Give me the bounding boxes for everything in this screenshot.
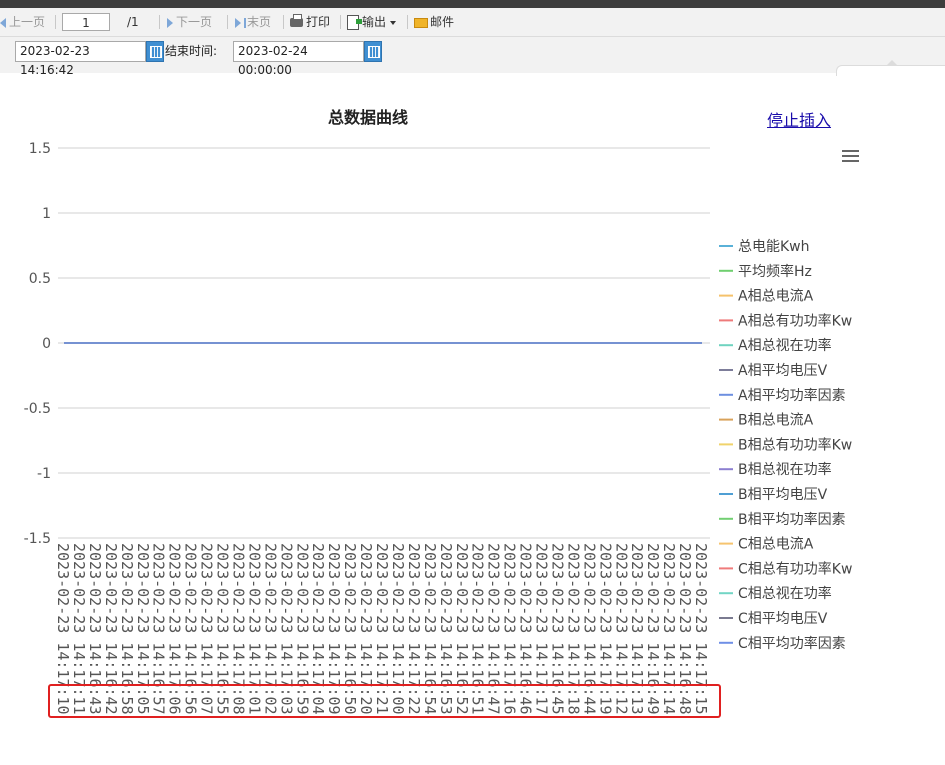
y-tick-label: -1: [37, 466, 51, 482]
legend-item[interactable]: C相平均功率因素: [719, 635, 846, 652]
legend-item[interactable]: B相平均电压V: [719, 487, 828, 503]
legend-item[interactable]: B相总视在功率: [719, 461, 832, 478]
legend-label: B相总有功功率Kw: [738, 436, 852, 453]
legend-item[interactable]: B相总电流A: [719, 413, 814, 429]
legend-label: C相平均电压V: [738, 611, 828, 627]
legend-item[interactable]: C相平均电压V: [719, 611, 828, 627]
legend-item[interactable]: B相平均功率因素: [719, 511, 846, 528]
legend-label: B相总视在功率: [738, 461, 832, 478]
legend-item[interactable]: A相总视在功率: [719, 337, 832, 354]
legend-item[interactable]: C相总有功功率Kw: [719, 560, 852, 577]
legend-label: B相平均电压V: [738, 487, 828, 503]
legend-label: C相总有功功率Kw: [738, 560, 852, 577]
legend-label: B相总电流A: [738, 413, 814, 429]
legend-item[interactable]: A相平均电压V: [719, 363, 828, 379]
legend-label: A相平均电压V: [738, 363, 828, 379]
legend-label: B相平均功率因素: [738, 511, 846, 528]
chart-title: 总数据曲线: [328, 108, 408, 127]
legend-label: C相总电流A: [738, 537, 814, 553]
y-tick-label: -1.5: [24, 531, 51, 547]
legend-item[interactable]: 总电能Kwh: [719, 239, 810, 255]
y-tick-label: 0: [42, 336, 51, 352]
legend-item[interactable]: A相总有功功率Kw: [719, 312, 852, 329]
legend-label: A相总电流A: [738, 289, 814, 305]
y-tick-label: 0.5: [29, 271, 51, 287]
legend-item[interactable]: C相总视在功率: [719, 585, 832, 602]
legend-item[interactable]: 平均频率Hz: [719, 263, 812, 280]
y-tick-label: -0.5: [24, 401, 51, 417]
legend-item[interactable]: C相总电流A: [719, 537, 814, 553]
legend-label: 总电能Kwh: [738, 239, 810, 255]
legend-label: 平均频率Hz: [738, 263, 812, 280]
y-tick-label: 1: [42, 206, 51, 222]
legend-item[interactable]: B相总有功功率Kw: [719, 436, 852, 453]
y-tick-label: 1.5: [29, 141, 51, 157]
legend-label: C相平均功率因素: [738, 635, 846, 652]
line-chart: 总数据曲线 1.510.50-0.5-1-1.5 2023-02-23 14:1…: [24, 108, 853, 715]
legend-label: A相总有功功率Kw: [738, 312, 852, 329]
legend-item[interactable]: A相总电流A: [719, 289, 814, 305]
legend-label: A相平均功率因素: [738, 387, 846, 404]
legend-label: C相总视在功率: [738, 585, 832, 602]
legend-item[interactable]: A相平均功率因素: [719, 387, 846, 404]
highlight-box: [48, 684, 721, 718]
legend-label: A相总视在功率: [738, 337, 832, 354]
